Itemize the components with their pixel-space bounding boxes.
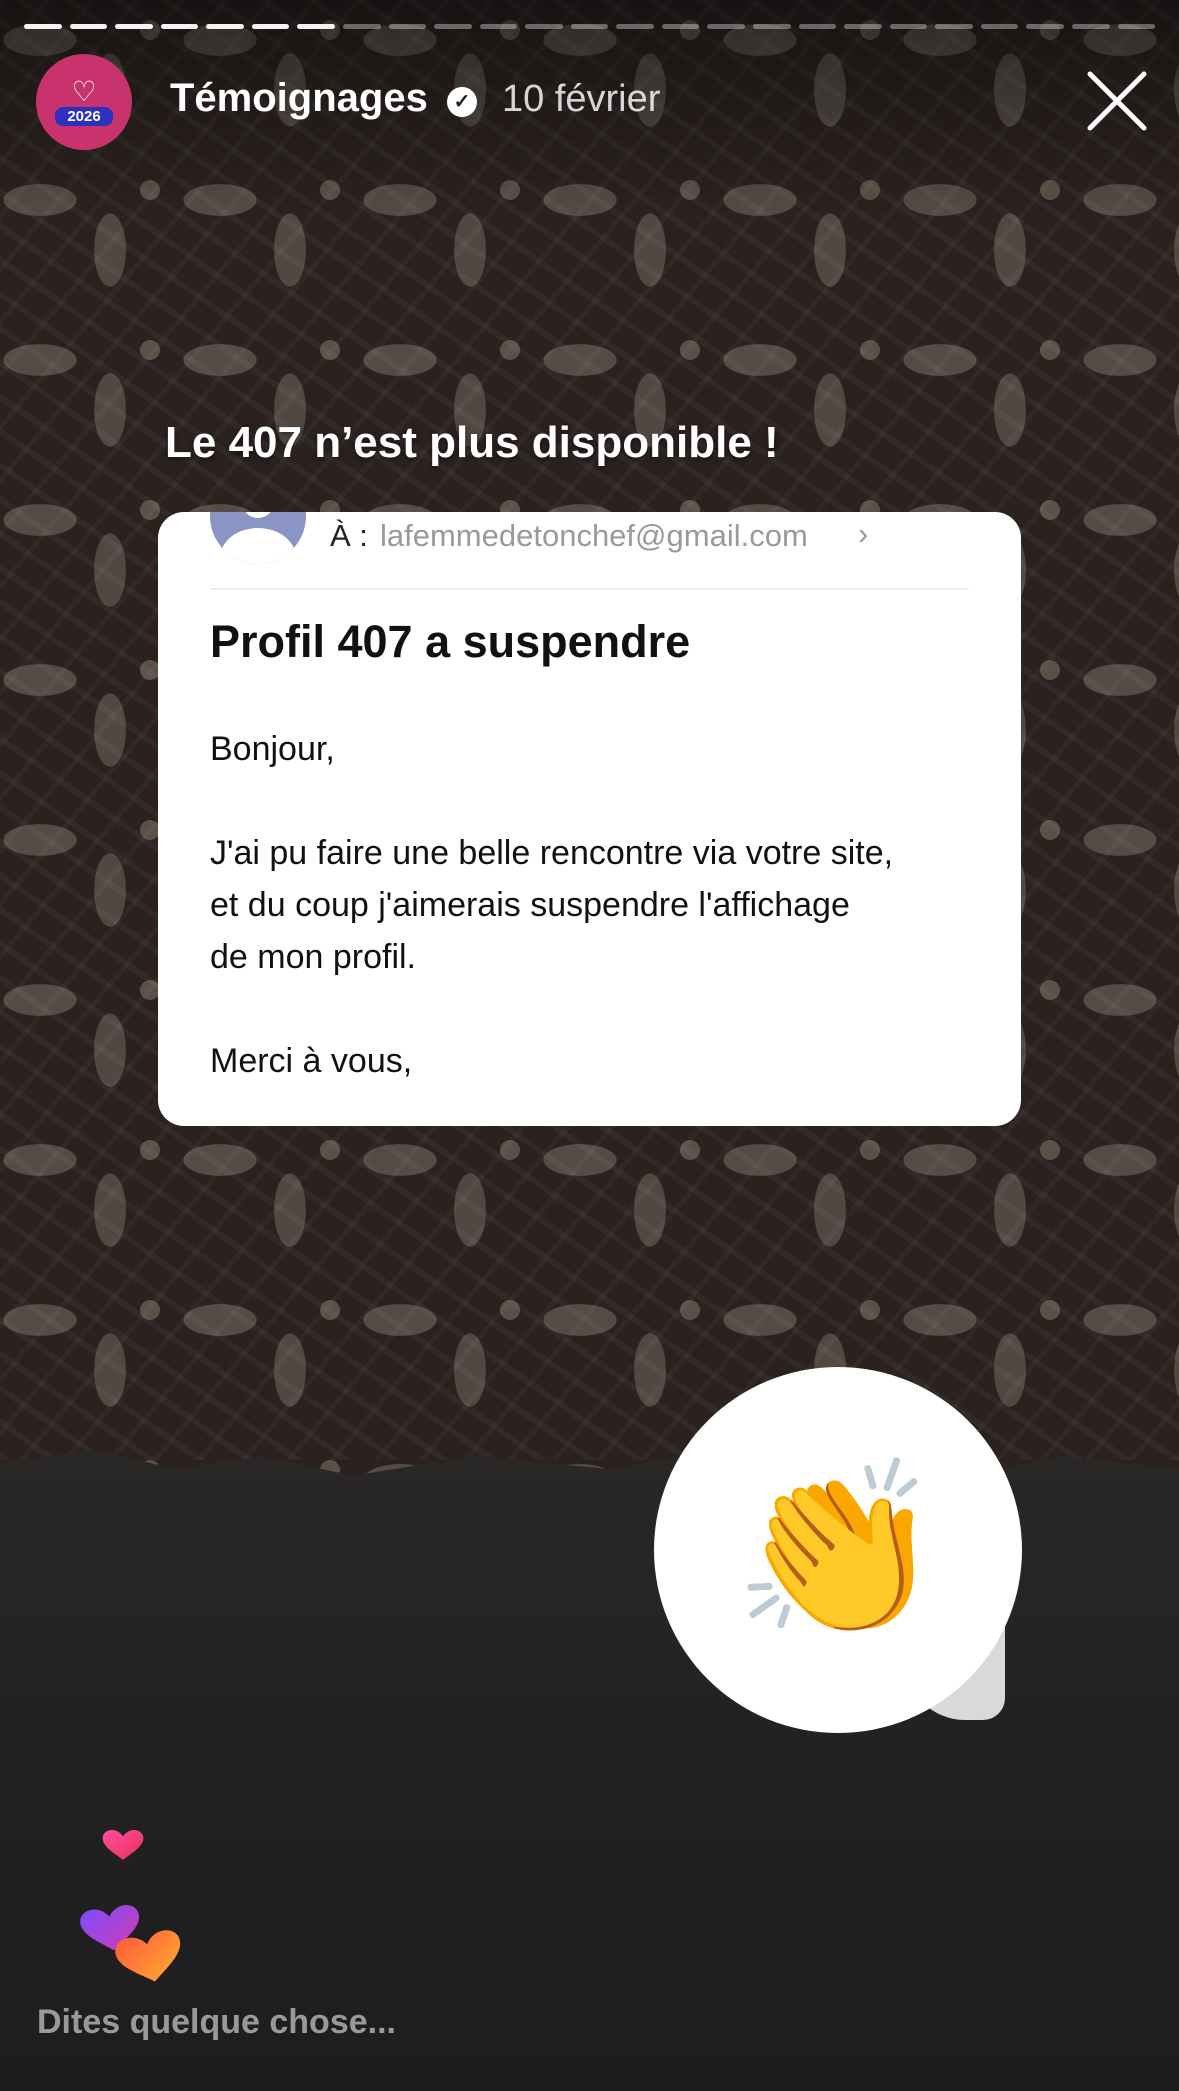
email-body-line: de mon profil. [210,938,416,976]
avatar-year-badge: 2026 [55,106,113,126]
to-address: lafemmedetonchef@gmail.com [380,518,808,553]
story-progress-bar [24,24,1156,29]
account-avatar[interactable]: ♡ 2026 [36,54,132,150]
email-screenshot: À : lafemmedetonchef@gmail.com › Profil … [158,512,1021,1126]
progress-segment [69,24,108,29]
progress-segment [798,24,837,29]
progress-segment [616,24,654,29]
to-label: À : [330,518,368,553]
progress-segment [570,24,609,29]
progress-segment [753,24,791,29]
account-name[interactable]: Témoignages [170,76,428,121]
clapping-hands-icon[interactable]: 👏 [654,1367,1022,1733]
email-closing: Merci à vous, [210,1042,413,1080]
progress-segment [525,24,563,29]
progress-segment [160,24,199,29]
verified-badge-icon: ✓ [447,87,477,117]
progress-segment [434,24,472,29]
story-date: 10 février [502,78,661,120]
progress-segment [24,24,62,29]
progress-segment [980,24,1019,29]
email-divider [210,588,969,590]
progress-segment [1071,24,1110,29]
progress-segment [342,24,381,29]
progress-segment [479,24,518,29]
email-body-line: J'ai pu faire une belle rencontre via vo… [210,834,894,872]
progress-segment [1026,24,1064,29]
email-greeting: Bonjour, [210,730,335,768]
heart-logo-icon: ♡ [71,75,97,107]
recipient-avatar-icon [210,512,306,564]
like-hearts-icon[interactable] [80,1820,230,2010]
close-icon[interactable] [1082,66,1152,136]
story-viewer[interactable]: ♡ 2026 Témoignages ✓ 10 février Le 407 n… [0,0,1179,2091]
email-body-line: et du coup j'aimerais suspendre l'affich… [210,886,850,924]
email-subject: Profil 407 a suspendre [210,616,691,667]
story-caption: Le 407 n’est plus disponible ! [165,418,779,467]
progress-segment [844,24,882,29]
progress-segment [115,24,153,29]
progress-segment [707,24,745,29]
progress-segment [388,24,427,29]
progress-segment [935,24,973,29]
chevron-right-icon: › [858,516,869,551]
progress-segment [206,24,244,29]
progress-segment [251,24,290,29]
progress-segment [1117,24,1156,29]
progress-segment [297,24,335,29]
reply-input[interactable]: Dites quelque chose... [37,2003,396,2042]
progress-segment [889,24,928,29]
progress-segment [661,24,700,29]
